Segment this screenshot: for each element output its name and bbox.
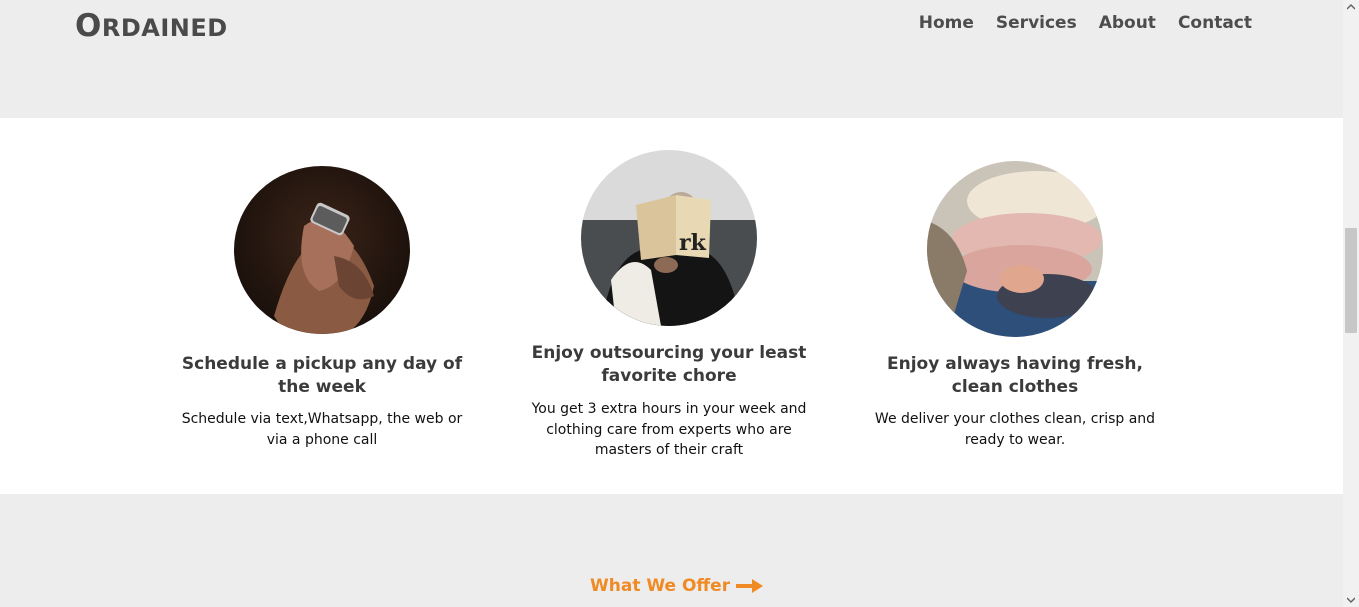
- scroll-up-arrow-icon[interactable]: [1343, 0, 1359, 14]
- feature-title: Enjoy always having fresh, clean clothes: [887, 354, 1143, 397]
- nav-about-link[interactable]: About: [1099, 13, 1156, 33]
- svg-text:rk: rk: [679, 230, 707, 256]
- scroll-down-arrow-icon[interactable]: [1343, 593, 1359, 607]
- site-logo[interactable]: ORDAINED: [75, 8, 228, 44]
- scrollbar-thumb[interactable]: [1345, 228, 1357, 333]
- feature-text: Schedule via text,Whatsapp, the web or v…: [181, 411, 463, 448]
- nav-contact-link[interactable]: Contact: [1178, 13, 1252, 33]
- what-we-offer-link[interactable]: What We Offer: [590, 576, 764, 596]
- folded-clothes-image: [927, 161, 1103, 337]
- arrow-right-icon: [736, 579, 764, 593]
- site-header: ORDAINED Home Services About Contact: [0, 0, 1343, 60]
- main-nav: Home Services About Contact: [919, 13, 1252, 33]
- features-section: Schedule a pickup any day of the week Sc…: [0, 118, 1343, 494]
- feature-text: You get 3 extra hours in your week and c…: [531, 401, 807, 458]
- feature-title: Schedule a pickup any day of the week: [181, 354, 463, 397]
- nav-home-link[interactable]: Home: [919, 13, 974, 33]
- offer-label: What We Offer: [590, 576, 731, 596]
- feature-text: We deliver your clothes clean, crisp and…: [874, 411, 1156, 448]
- feature-title: Enjoy outsourcing your least favorite ch…: [531, 343, 807, 386]
- phone-hands-image: [234, 166, 410, 334]
- vertical-scrollbar[interactable]: [1343, 0, 1359, 607]
- nav-services-link[interactable]: Services: [996, 13, 1077, 33]
- reading-person-image: rk: [581, 150, 757, 326]
